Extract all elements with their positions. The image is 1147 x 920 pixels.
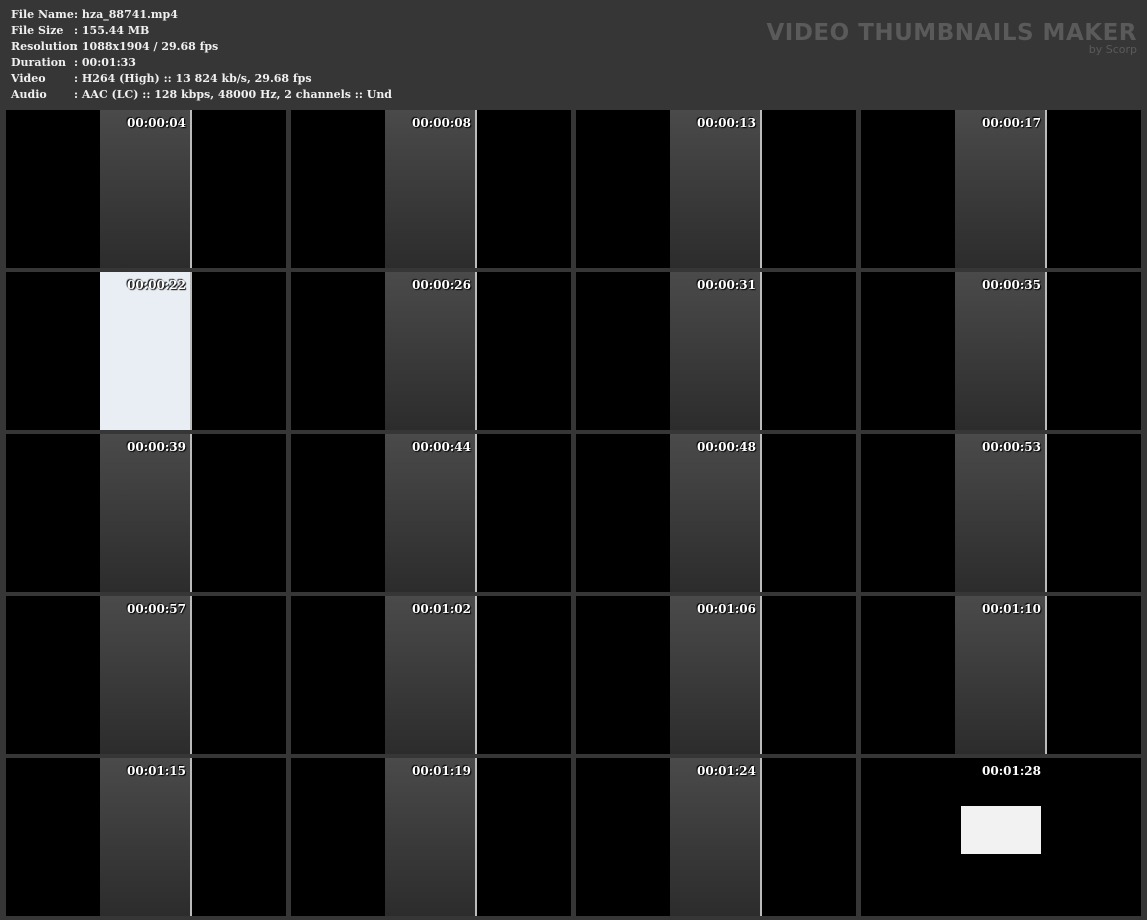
info-value: AAC (LC) :: 128 kbps, 48000 Hz, 2 channe… xyxy=(81,88,393,101)
info-sep: : xyxy=(74,8,82,21)
thumbnail-timestamp: 00:00:53 xyxy=(982,440,1041,454)
info-value: 00:01:33 xyxy=(81,56,136,69)
thumbnail-timestamp: 00:00:44 xyxy=(412,440,471,454)
thumbnail-image xyxy=(955,110,1047,268)
thumbnail-image xyxy=(670,272,762,430)
thumbnail-image xyxy=(670,434,762,592)
info-sep: : xyxy=(74,88,82,101)
info-row: File Size: 155.44 MB xyxy=(11,23,392,39)
thumbnail-image xyxy=(955,434,1047,592)
thumbnail-cell[interactable]: 00:00:44 xyxy=(291,434,571,592)
info-row: Resolution: 1088x1904 / 29.68 fps xyxy=(11,39,392,55)
thumbnail-image xyxy=(955,596,1047,754)
info-label: File Name xyxy=(11,8,74,21)
brand-title: VIDEO THUMBNAILS MAKER xyxy=(766,20,1137,46)
thumbnail-timestamp: 00:00:08 xyxy=(412,116,471,130)
info-label: Video xyxy=(11,72,46,85)
thumbnail-cell[interactable]: 00:01:06 xyxy=(576,596,856,754)
thumbnail-image xyxy=(100,596,192,754)
thumbnail-timestamp: 00:00:35 xyxy=(982,278,1041,292)
info-value: H264 (High) :: 13 824 kb/s, 29.68 fps xyxy=(81,72,312,85)
thumbnail-image xyxy=(385,110,477,268)
thumbnail-image xyxy=(961,806,1041,854)
thumbnail-image xyxy=(385,758,477,916)
thumbnail-image xyxy=(955,272,1047,430)
thumbnail-cell[interactable]: 00:00:48 xyxy=(576,434,856,592)
thumbnail-timestamp: 00:01:24 xyxy=(697,764,756,778)
info-sep: : xyxy=(74,24,82,37)
thumbnail-timestamp: 00:00:17 xyxy=(982,116,1041,130)
info-value: hza_88741.mp4 xyxy=(81,8,178,21)
thumbnail-image xyxy=(100,758,192,916)
thumbnail-grid: 00:00:04 00:00:08 00:00:13 00:00:17 00:00:22… xyxy=(6,110,1141,916)
thumbnail-timestamp: 00:00:26 xyxy=(412,278,471,292)
thumbnail-timestamp: 00:00:39 xyxy=(127,440,186,454)
thumbnail-cell[interactable]: 00:01:10 xyxy=(861,596,1141,754)
thumbnail-timestamp: 00:01:06 xyxy=(697,602,756,616)
thumbnail-timestamp: 00:00:48 xyxy=(697,440,756,454)
thumbnail-cell[interactable]: 00:01:19 xyxy=(291,758,571,916)
info-sep: : xyxy=(74,72,82,85)
thumbnail-image xyxy=(385,272,477,430)
thumbnail-cell[interactable]: 00:00:04 xyxy=(6,110,286,268)
thumbnail-timestamp: 00:01:19 xyxy=(412,764,471,778)
info-sep: : xyxy=(74,40,82,53)
thumbnail-cell[interactable]: 00:00:08 xyxy=(291,110,571,268)
thumbnail-cell[interactable]: 00:01:24 xyxy=(576,758,856,916)
thumbnail-image xyxy=(670,596,762,754)
thumbnail-timestamp: 00:00:04 xyxy=(127,116,186,130)
info-sep: : xyxy=(74,56,82,69)
thumbnail-image xyxy=(670,758,762,916)
thumbnail-image xyxy=(100,272,192,430)
thumbnail-image xyxy=(100,110,192,268)
thumbnail-image xyxy=(385,596,477,754)
info-label: Audio xyxy=(11,88,47,101)
info-value: 155.44 MB xyxy=(81,24,150,37)
info-row: File Name: hza_88741.mp4 xyxy=(11,7,392,23)
thumbnail-cell[interactable]: 00:00:13 xyxy=(576,110,856,268)
thumbnail-timestamp: 00:00:22 xyxy=(127,278,186,292)
thumbnail-cell[interactable]: 00:01:15 xyxy=(6,758,286,916)
info-label: Resolution xyxy=(11,40,78,53)
thumbnail-cell[interactable]: 00:00:22 xyxy=(6,272,286,430)
thumbnail-image xyxy=(670,110,762,268)
brand-logo: VIDEO THUMBNAILS MAKER by Scorp xyxy=(766,20,1137,56)
thumbnail-timestamp: 00:00:13 xyxy=(697,116,756,130)
info-row: Video: H264 (High) :: 13 824 kb/s, 29.68… xyxy=(11,71,392,87)
thumbnail-cell[interactable]: 00:00:39 xyxy=(6,434,286,592)
thumbnail-cell[interactable]: 00:00:53 xyxy=(861,434,1141,592)
thumbnail-cell[interactable]: 00:00:31 xyxy=(576,272,856,430)
thumbnail-timestamp: 00:00:31 xyxy=(697,278,756,292)
info-label: Duration xyxy=(11,56,67,69)
thumbnail-cell[interactable]: 00:00:17 xyxy=(861,110,1141,268)
thumbnail-timestamp: 00:01:02 xyxy=(412,602,471,616)
file-info: File Name: hza_88741.mp4 File Size: 155.4… xyxy=(11,7,392,103)
thumbnail-image xyxy=(100,434,192,592)
thumbnail-cell[interactable]: 00:00:26 xyxy=(291,272,571,430)
thumbnail-cell[interactable]: 00:01:28 xyxy=(861,758,1141,916)
thumbnail-image xyxy=(385,434,477,592)
thumbnail-cell[interactable]: 00:00:57 xyxy=(6,596,286,754)
thumbnail-timestamp: 00:01:10 xyxy=(982,602,1041,616)
info-label: File Size xyxy=(11,24,64,37)
thumbnail-timestamp: 00:01:28 xyxy=(982,764,1041,778)
thumbnail-cell[interactable]: 00:01:02 xyxy=(291,596,571,754)
info-row: Audio: AAC (LC) :: 128 kbps, 48000 Hz, 2… xyxy=(11,87,392,103)
thumbnail-cell[interactable]: 00:00:35 xyxy=(861,272,1141,430)
info-row: Duration: 00:01:33 xyxy=(11,55,392,71)
thumbnail-timestamp: 00:00:57 xyxy=(127,602,186,616)
thumbnail-timestamp: 00:01:15 xyxy=(127,764,186,778)
info-value: 1088x1904 / 29.68 fps xyxy=(81,40,219,53)
